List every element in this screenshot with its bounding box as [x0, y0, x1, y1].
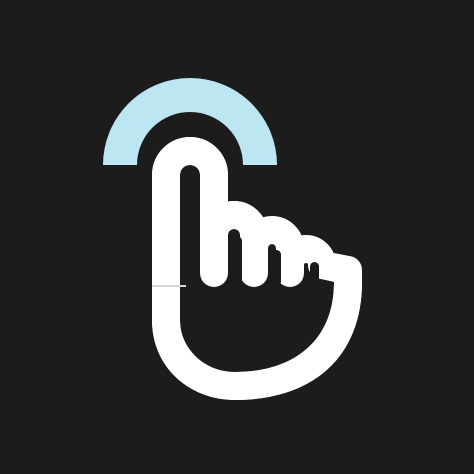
app-icon — [0, 0, 474, 474]
tap-gesture-icon — [0, 0, 474, 474]
